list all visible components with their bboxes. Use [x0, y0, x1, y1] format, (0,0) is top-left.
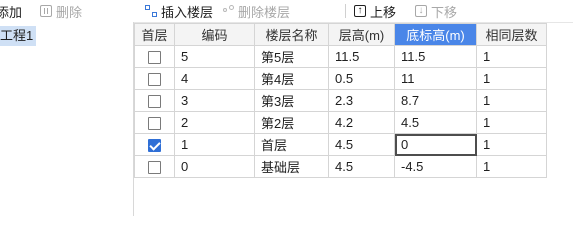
first-floor-checkbox-checked[interactable]	[148, 139, 161, 153]
move-down-label: 下移	[431, 4, 458, 20]
header-floor-name[interactable]: 楼层名称	[254, 23, 329, 46]
table-row[interactable]: 2 第2层 4.2 4.5 1	[134, 111, 547, 134]
move-up-label: 上移	[370, 4, 397, 20]
header-bottom-elevation[interactable]: 底标高(m)	[394, 23, 477, 46]
cell-same-floor-count[interactable]: 1	[476, 45, 547, 68]
cell-bottom-elevation[interactable]: 11	[394, 67, 477, 90]
project-tree-panel: 工程1	[0, 22, 134, 216]
toolbar: 添加 删除 插入楼层 删除楼层 ↑ 上移 ↓ 下移	[0, 0, 573, 23]
add-label: 添加	[0, 4, 23, 20]
cell-first-floor[interactable]	[134, 67, 175, 90]
header-floor-height[interactable]: 层高(m)	[328, 23, 395, 46]
delete-label: 删除	[56, 4, 83, 20]
cell-floor-height[interactable]: 4.2	[328, 111, 395, 134]
floor-table: 首层 编码 楼层名称 层高(m) 底标高(m) 相同层数 5 第5层 11.5 11.…	[134, 23, 547, 178]
first-floor-checkbox[interactable]	[148, 73, 161, 87]
table-row[interactable]: 0 基础层 4.5 -4.5 1	[134, 155, 547, 178]
first-floor-checkbox[interactable]	[148, 95, 161, 109]
trash-icon	[40, 5, 52, 17]
cell-floor-name[interactable]: 基础层	[254, 155, 329, 178]
cell-floor-height[interactable]: 2.3	[328, 89, 395, 112]
cell-code[interactable]: 4	[174, 67, 255, 90]
arrow-up-icon: ↑	[354, 5, 366, 17]
add-button[interactable]: 添加	[0, 0, 22, 22]
cell-bottom-elevation[interactable]: -4.5	[394, 155, 477, 178]
header-code[interactable]: 编码	[174, 23, 255, 46]
cell-floor-height[interactable]: 4.5	[328, 155, 395, 178]
cell-first-floor[interactable]	[134, 45, 175, 68]
cell-same-floor-count[interactable]: 1	[476, 155, 547, 178]
cell-first-floor[interactable]	[134, 155, 175, 178]
table-header-row: 首层 编码 楼层名称 层高(m) 底标高(m) 相同层数	[134, 23, 547, 46]
cell-bottom-elevation[interactable]: 11.5	[394, 45, 477, 68]
cell-bottom-elevation[interactable]: 0	[394, 133, 477, 156]
cell-first-floor[interactable]	[134, 111, 175, 134]
cell-same-floor-count[interactable]: 1	[476, 89, 547, 112]
insert-floor-label: 插入楼层	[161, 4, 214, 20]
table-row[interactable]: 3 第3层 2.3 8.7 1	[134, 89, 547, 112]
cell-bottom-elevation[interactable]: 4.5	[394, 111, 477, 134]
cell-same-floor-count[interactable]: 1	[476, 133, 547, 156]
delete-floor-button[interactable]: 删除楼层	[222, 0, 290, 22]
move-down-button[interactable]: ↓ 下移	[415, 0, 457, 22]
first-floor-checkbox[interactable]	[148, 117, 161, 131]
cell-floor-height[interactable]: 4.5	[328, 133, 395, 156]
table-row[interactable]: 4 第4层 0.5 11 1	[134, 67, 547, 90]
move-up-button[interactable]: ↑ 上移	[354, 0, 396, 22]
cell-code[interactable]: 2	[174, 111, 255, 134]
delete-button[interactable]: 删除	[40, 0, 82, 22]
arrow-down-icon: ↓	[415, 5, 427, 17]
cell-code[interactable]: 0	[174, 155, 255, 178]
tree-item-project[interactable]: 工程1	[0, 26, 37, 46]
table-row[interactable]: 5 第5层 11.5 11.5 1	[134, 45, 547, 68]
cell-floor-name[interactable]: 第2层	[254, 111, 329, 134]
cell-bottom-elevation[interactable]: 8.7	[394, 89, 477, 112]
cell-floor-name[interactable]: 第3层	[254, 89, 329, 112]
header-first-floor[interactable]: 首层	[134, 23, 175, 46]
cell-floor-name[interactable]: 第5层	[254, 45, 329, 68]
cell-floor-name[interactable]: 第4层	[254, 67, 329, 90]
cell-code[interactable]: 5	[174, 45, 255, 68]
cell-same-floor-count[interactable]: 1	[476, 111, 547, 134]
insert-floor-button[interactable]: 插入楼层	[145, 0, 213, 22]
table-row[interactable]: 1 首层 4.5 0 1	[134, 133, 547, 156]
header-same-floor-count[interactable]: 相同层数	[476, 23, 547, 46]
first-floor-checkbox[interactable]	[148, 161, 161, 175]
delete-floor-label: 删除楼层	[238, 4, 291, 20]
first-floor-checkbox[interactable]	[148, 51, 161, 65]
cell-first-floor[interactable]	[134, 133, 175, 156]
cell-code[interactable]: 3	[174, 89, 255, 112]
delete-floor-icon	[222, 5, 234, 17]
cell-first-floor[interactable]	[134, 89, 175, 112]
cell-floor-height[interactable]: 0.5	[328, 67, 395, 90]
toolbar-divider	[345, 4, 346, 18]
cell-code[interactable]: 1	[174, 133, 255, 156]
cell-floor-height[interactable]: 11.5	[328, 45, 395, 68]
insert-floor-icon	[145, 5, 157, 17]
cell-floor-name[interactable]: 首层	[254, 133, 329, 156]
cell-same-floor-count[interactable]: 1	[476, 67, 547, 90]
